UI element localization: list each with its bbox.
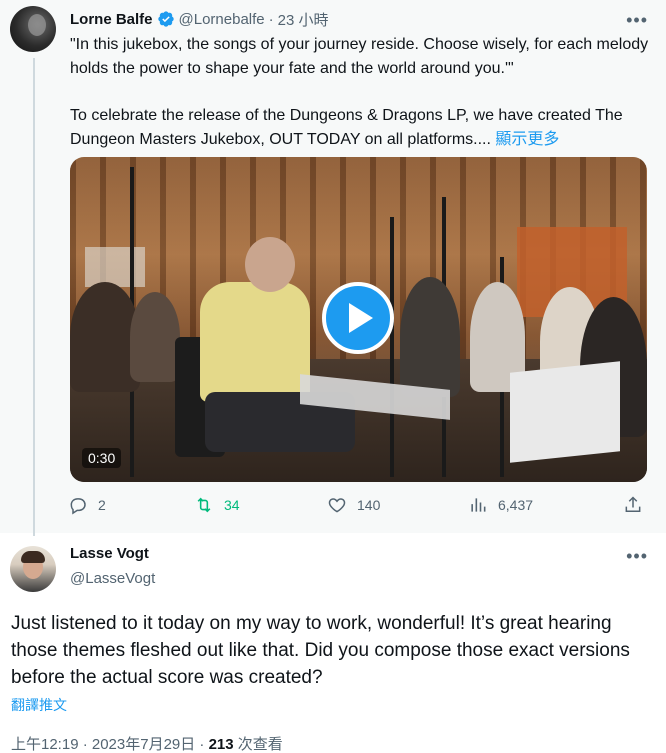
thread-connector-line [33, 58, 35, 536]
author-handle[interactable]: @LasseVogt [70, 570, 155, 587]
reply-icon [70, 498, 86, 515]
verified-badge-icon [157, 11, 174, 27]
author-name[interactable]: Lasse Vogt [70, 545, 149, 562]
views-icon [471, 498, 486, 512]
reply-text: Just listened to it today on my way to w… [11, 613, 630, 688]
play-icon[interactable] [322, 282, 394, 354]
reply-meta: 上午12:19 · 2023年7月29日 · 213 次查看 [11, 733, 283, 753]
like-button[interactable]: 140 [327, 495, 380, 515]
reply-view-suffix: 次查看 [233, 736, 283, 753]
retweet-count: 34 [224, 497, 240, 513]
heart-icon [328, 498, 346, 513]
more-icon[interactable]: ••• [626, 546, 648, 567]
tweet-header: Lorne Balfe @Lornebalfe · 23 小時 [70, 8, 329, 30]
retweet-button[interactable]: 34 [194, 495, 240, 515]
reply-count: 2 [98, 497, 106, 513]
translate-link[interactable]: 翻譯推文 [11, 695, 67, 715]
reply-view-count: 213 [208, 736, 234, 753]
reply-button[interactable]: 2 [68, 495, 106, 515]
tweet-text: "In this jukebox, the songs of your jour… [70, 33, 650, 152]
separator: · [268, 10, 274, 28]
avatar[interactable] [10, 6, 56, 52]
like-count: 140 [357, 497, 381, 513]
views-button[interactable]: 6,437 [468, 495, 533, 515]
view-count: 6,437 [498, 497, 534, 513]
tweet-quote-text: "In this jukebox, the songs of your jour… [70, 36, 649, 77]
share-button[interactable] [623, 495, 643, 515]
author-handle[interactable]: @Lornebalfe [179, 11, 265, 28]
retweet-icon [197, 497, 211, 513]
show-more-link[interactable]: 顯示更多 [495, 131, 559, 148]
tweet-actions: 2 34 140 6,437 [68, 495, 648, 521]
author-name[interactable]: Lorne Balfe [70, 11, 153, 28]
tweet-main-text: To celebrate the release of the Dungeons… [70, 104, 650, 152]
more-icon[interactable]: ••• [626, 10, 648, 31]
share-icon [625, 496, 641, 512]
video-duration: 0:30 [82, 448, 122, 468]
tweet-original[interactable]: Lorne Balfe @Lornebalfe · 23 小時 ••• "In … [0, 0, 666, 536]
video-player[interactable]: 0:30 [70, 157, 647, 482]
avatar[interactable] [10, 546, 56, 592]
tweet-time[interactable]: 23 小時 [278, 9, 329, 30]
reply-timestamp[interactable]: 上午12:19 · 2023年7月29日 · [11, 736, 209, 753]
